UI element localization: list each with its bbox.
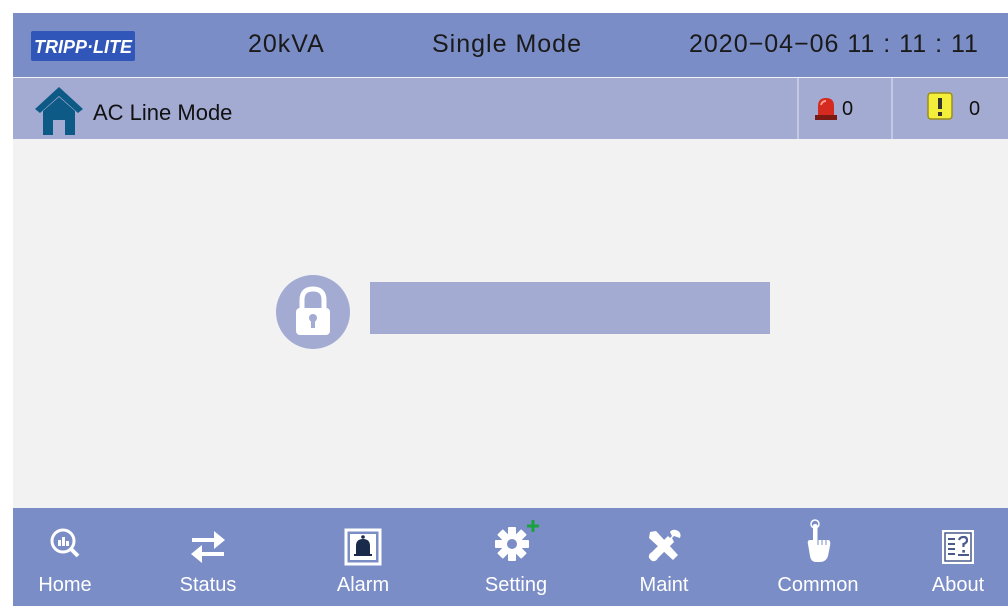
datetime-display: 2020−04−06 11 : 11 : 11 (689, 30, 979, 58)
header-bar: TRIPP·LITE 20kVA Single Mode 2020−04−06 … (13, 13, 1008, 77)
nav-setting-label: Setting (484, 574, 548, 596)
nav-status-button[interactable]: Status (158, 508, 258, 606)
gear-plus-icon (495, 520, 539, 561)
document-icon (942, 530, 974, 564)
nav-home-button[interactable]: Home (15, 508, 115, 606)
nav-alarm-label: Alarm (336, 574, 390, 596)
tripp-lite-logo: TRIPP·LITE (31, 31, 135, 61)
home-icon[interactable] (31, 81, 87, 137)
line-mode-label: AC Line Mode (93, 100, 233, 125)
nav-home-label: Home (38, 574, 92, 596)
alarm-light-icon[interactable] (813, 95, 839, 121)
nav-status-label: Status (179, 574, 237, 596)
bell-icon (344, 528, 382, 566)
magnifier-chart-icon (50, 528, 80, 558)
nav-common-label: Common (777, 574, 859, 596)
alarm-count: 0 (842, 98, 854, 120)
ups-display-screen: TRIPP·LITE 20kVA Single Mode 2020−04−06 … (13, 13, 1008, 606)
warning-count: 0 (969, 98, 981, 120)
nav-setting-button[interactable]: Setting (466, 508, 566, 606)
nav-common-button[interactable]: Common (768, 508, 868, 606)
swap-arrows-icon (191, 531, 225, 563)
svg-text:TRIPP·LITE: TRIPP·LITE (34, 37, 133, 57)
finger-touch-icon (807, 519, 831, 562)
tools-icon (648, 529, 681, 562)
warning-icon[interactable] (927, 92, 953, 120)
nav-about-label: About (931, 574, 985, 596)
operating-mode-label: Single Mode (432, 30, 582, 58)
bottom-nav: Home Status Alarm Setting Maint Common A… (13, 508, 1008, 606)
divider (891, 78, 893, 139)
capacity-label: 20kVA (248, 30, 325, 58)
divider (797, 78, 799, 139)
nav-alarm-button[interactable]: Alarm (313, 508, 413, 606)
password-input[interactable] (370, 282, 770, 334)
lock-icon (276, 275, 350, 349)
nav-maint-label: Maint (639, 574, 689, 596)
nav-maint-button[interactable]: Maint (614, 508, 714, 606)
nav-about-button[interactable]: About (908, 508, 1008, 606)
status-bar: AC Line Mode 0 0 (13, 78, 1008, 139)
